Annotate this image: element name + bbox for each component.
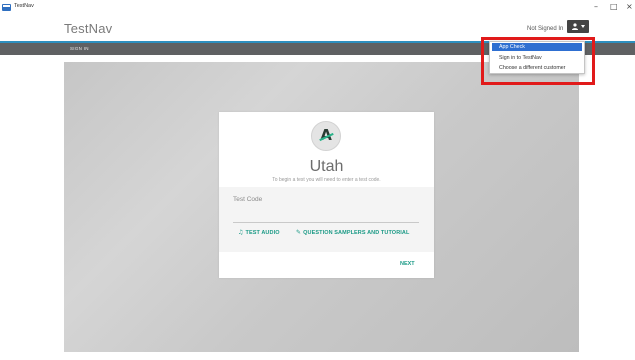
close-button[interactable]: × (626, 2, 633, 11)
minimize-button[interactable]: – (594, 2, 598, 11)
nav-sign-in-link[interactable]: SIGN IN (70, 46, 89, 51)
window-titlebar: TestNav – □ × (0, 0, 635, 16)
app-icon (2, 4, 11, 11)
test-audio-label: TEST AUDIO (245, 230, 280, 236)
window-title: TestNav (14, 3, 34, 9)
state-title: Utah (309, 158, 344, 175)
maximize-button[interactable]: □ (610, 2, 618, 11)
next-button[interactable]: NEXT (400, 261, 415, 267)
annotation-highlight-box (481, 37, 595, 85)
test-code-card: A Utah To begin a test you will need to … (219, 112, 434, 278)
user-icon (572, 23, 578, 30)
brand-logo-text: TestNav (64, 21, 113, 36)
question-samplers-label: QUESTION SAMPLERS AND TUTORIAL (303, 230, 410, 236)
testnav-logo: A (311, 121, 341, 151)
music-note-icon: ♫ (238, 229, 244, 236)
question-samplers-link[interactable]: ✎ QUESTION SAMPLERS AND TUTORIAL (296, 229, 409, 236)
chevron-down-icon (581, 25, 585, 28)
test-code-input[interactable] (233, 193, 419, 223)
signed-in-status: Not Signed In (527, 26, 564, 32)
user-menu-button[interactable] (567, 20, 589, 33)
code-entry-area: ♫TEST AUDIO ✎QUESTION SAMPLERS AND TUTOR… (219, 187, 434, 252)
instructions-text: To begin a test you will need to enter a… (272, 177, 381, 183)
pencil-icon: ✎ (296, 229, 302, 236)
test-audio-link[interactable]: ♫ TEST AUDIO (238, 229, 280, 236)
